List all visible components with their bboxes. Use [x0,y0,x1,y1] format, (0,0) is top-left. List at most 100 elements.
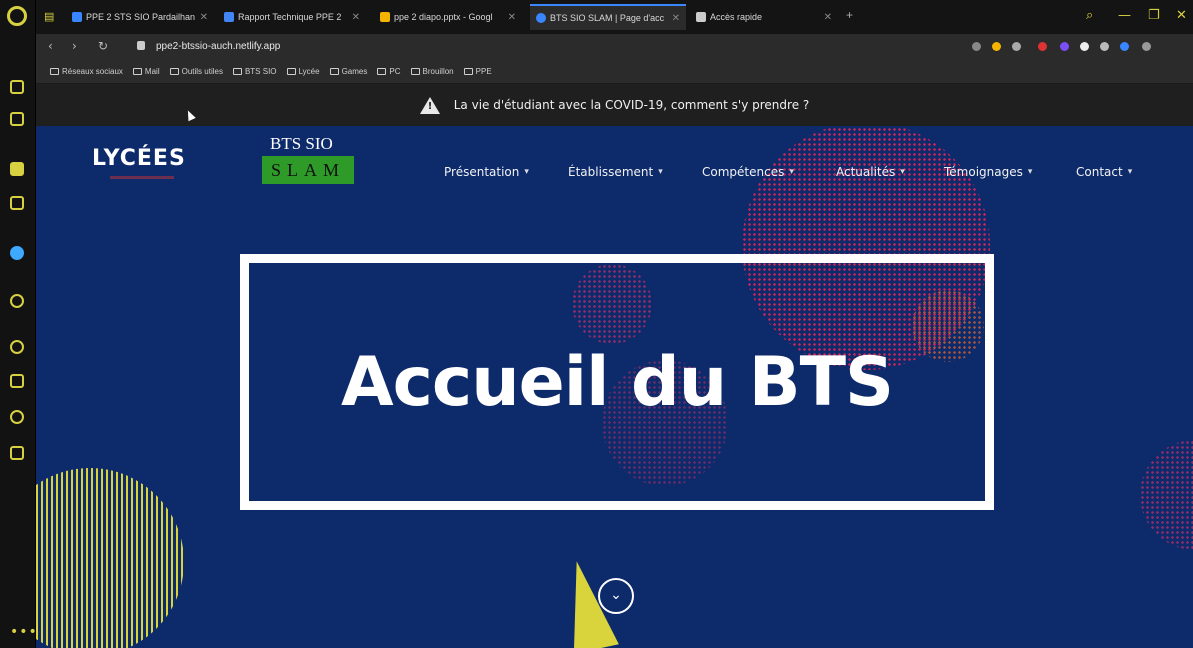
chevron-down-icon: ▾ [789,167,794,177]
shield-icon[interactable] [1012,42,1021,51]
nav-item-etablissement[interactable]: Établissement ▾ [568,162,663,182]
tab-2[interactable]: Rapport Technique PPE 2 ✕ [218,6,366,28]
bookmark-label: PPE [475,67,492,76]
close-window-icon[interactable]: ✕ [1176,8,1187,23]
tab-label: Rapport Technique PPE 2 [238,12,342,22]
nav-item-temoignages[interactable]: Témoignages ▾ [944,162,1032,182]
opera-gx-logo-icon[interactable] [7,6,27,26]
history-icon[interactable] [10,80,24,94]
bookmark-label: PC [389,67,401,76]
url-field[interactable]: ppe2-btssio-auch.netlify.app [156,41,280,52]
bookmark-label: Games [341,67,368,76]
extensions-icon[interactable] [10,410,24,424]
covid-banner[interactable]: La vie d'étudiant avec la COVID-19, comm… [36,84,1193,126]
more-icon[interactable]: ••• [10,624,38,640]
slam-logo[interactable]: SLAM [262,156,354,184]
scroll-down-button[interactable]: ⌄ [598,578,634,614]
home-icon[interactable] [10,112,24,126]
address-bar: ‹ › ↻ ppe2-btssio-auch.netlify.app [36,34,1193,60]
nav-item-contact[interactable]: Contact ▾ [1076,162,1132,182]
maximize-icon[interactable]: ❐ [1148,8,1160,23]
tab-favicon-icon [696,12,706,22]
whatsapp-icon[interactable] [10,294,24,308]
bookmark-label: Réseaux sociaux [62,67,123,76]
extension-icon[interactable] [1038,42,1047,51]
hero-frame: Accueil du BTS [240,254,994,510]
hero-title: Accueil du BTS [340,342,894,422]
bookmark-folder[interactable]: Brouillon [410,67,454,76]
player-icon[interactable] [10,162,24,176]
extension-icon[interactable] [1120,42,1129,51]
tab-favicon-icon [224,12,234,22]
site-header: LYCÉES BTS SIO SLAM Présentation ▾ Établi… [36,126,1193,212]
close-icon[interactable]: ✕ [508,12,516,23]
chevron-down-icon: ⌄ [610,587,622,603]
twitter-icon[interactable] [10,246,24,260]
nav-item-actualites[interactable]: Actualités ▾ [836,162,905,182]
tab-5[interactable]: Accès rapide ✕ [690,6,838,28]
lock-icon [137,41,145,50]
download-icon[interactable] [10,374,24,388]
bookmark-folder[interactable]: BTS SIO [232,67,277,76]
bts-logo-text[interactable]: BTS SIO [270,134,333,154]
close-icon[interactable]: ✕ [352,12,360,23]
lycees-logo[interactable]: LYCÉES [92,146,186,171]
tab-label: ppe 2 diapo.pptx - Googl [394,12,493,22]
folder-icon [463,68,473,75]
tab-1[interactable]: PPE 2 STS SIO Pardailhan ✕ [66,6,214,28]
bookmark-folder[interactable]: PPE [463,67,492,76]
chevron-down-icon: ▾ [900,167,905,177]
bookmark-folder[interactable]: Lycée [286,67,320,76]
close-icon[interactable]: ✕ [200,12,208,23]
bookmark-folder[interactable]: Outils utiles [169,67,223,76]
clock-icon[interactable] [10,340,24,354]
close-icon[interactable]: ✕ [672,13,680,24]
extension-icon[interactable] [1100,42,1109,51]
nav-label: Présentation [444,165,520,179]
nav-label: Actualités [836,165,896,179]
nav-label: Établissement [568,165,654,179]
folder-icon [169,68,179,75]
settings-icon[interactable] [1142,42,1151,51]
nav-item-presentation[interactable]: Présentation ▾ [444,162,529,182]
folder-icon [329,68,339,75]
folder-icon [50,68,59,75]
twitch-icon[interactable] [10,196,24,210]
warning-icon [419,96,440,114]
chevron-down-icon: ▾ [658,167,663,177]
tab-3[interactable]: ppe 2 diapo.pptx - Googl ✕ [374,6,522,28]
settings-icon[interactable] [10,446,24,460]
bookmark-label: Brouillon [422,67,454,76]
extension-icon[interactable] [1060,42,1069,51]
nav-label: Témoignages [944,165,1023,179]
tab-label: Accès rapide [710,12,763,22]
avatar[interactable] [1080,42,1089,51]
bookmark-folder[interactable]: Réseaux sociaux [50,67,123,76]
nav-label: Compétences [702,165,785,179]
extension-icon[interactable] [992,42,1001,51]
bookmark-folder[interactable]: PC [377,67,401,76]
tab-4-active[interactable]: BTS SIO SLAM | Page d'acc ✕ [530,4,686,30]
bookmark-label: Mail [144,67,160,76]
bookmark-folder[interactable]: Mail [132,67,160,76]
folder-icon [377,68,387,75]
bookmark-label: BTS SIO [244,67,277,76]
new-tab-icon[interactable]: + [846,8,853,22]
forward-icon[interactable]: › [72,39,77,53]
search-icon[interactable]: ⌕ [1086,8,1093,23]
folder-icon [286,68,296,75]
chevron-down-icon: ▾ [1127,167,1133,177]
tab-label: PPE 2 STS SIO Pardailhan [86,12,196,22]
decorative-circle [36,468,184,648]
nav-item-competences[interactable]: Compétences ▾ [702,162,794,182]
reload-icon[interactable]: ↻ [98,39,108,53]
bookmark-folder[interactable]: Games [329,67,368,76]
close-icon[interactable]: ✕ [824,12,832,23]
extension-icon[interactable] [972,42,981,51]
decorative-circle [1140,440,1193,550]
web-page: La vie d'étudiant avec la COVID-19, comm… [36,84,1193,648]
tab-menu-icon[interactable]: ▤ [44,10,54,23]
minimize-icon[interactable]: — [1118,8,1131,23]
folder-icon [232,68,242,75]
back-icon[interactable]: ‹ [48,39,53,53]
